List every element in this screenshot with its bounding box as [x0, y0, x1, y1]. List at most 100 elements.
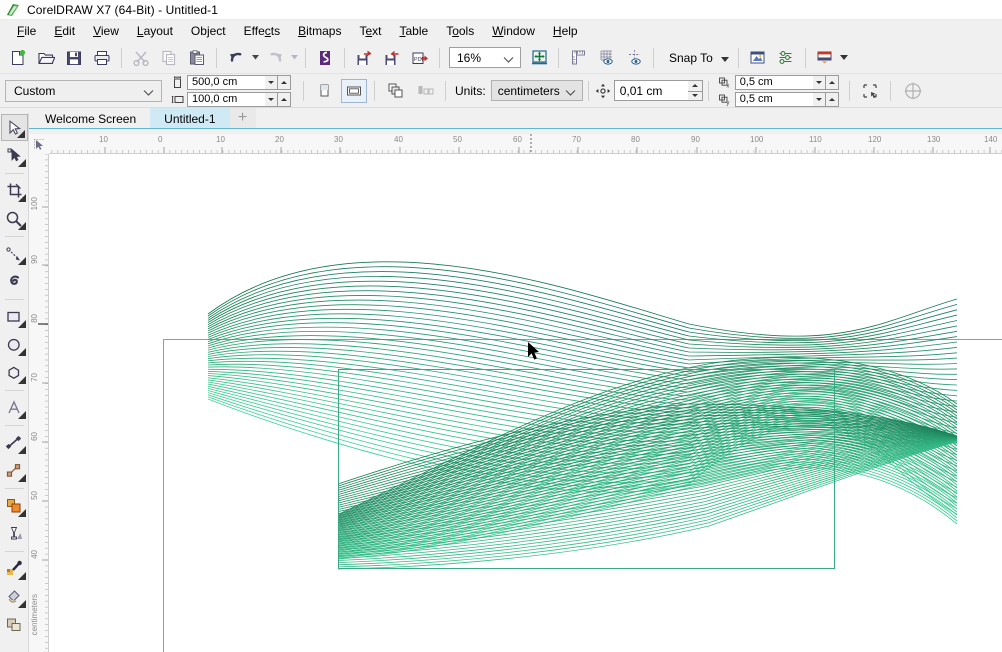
flyout-arrow-icon[interactable] — [17, 222, 26, 230]
fill-tool[interactable] — [1, 583, 28, 610]
menu-object[interactable]: Object — [182, 22, 235, 40]
options-button[interactable] — [773, 45, 799, 71]
paste-button[interactable] — [184, 45, 210, 71]
ruler-origin-button[interactable] — [29, 134, 49, 154]
tab-welcome-screen[interactable]: Welcome Screen — [31, 108, 151, 128]
snap-options-button[interactable] — [898, 79, 928, 103]
flyout-arrow-icon[interactable] — [16, 130, 25, 138]
menu-edit[interactable]: Edit — [45, 22, 84, 40]
crop-tool[interactable] — [1, 177, 28, 204]
new-document-button[interactable] — [5, 45, 31, 71]
snap-to-button[interactable]: Snap To — [661, 48, 733, 68]
text-tool[interactable] — [1, 394, 28, 421]
page-width-spinner[interactable] — [265, 74, 291, 90]
vertical-ruler[interactable]: 100 90 80 70 60 50 40 centimeters — [29, 154, 49, 652]
undo-dropdown-caret[interactable] — [250, 47, 261, 69]
blend-tool[interactable] — [1, 492, 28, 519]
duplicate-x-input[interactable]: 0,5 cm — [734, 74, 813, 90]
show-grid-button[interactable] — [593, 45, 619, 71]
flyout-arrow-icon[interactable] — [17, 320, 26, 328]
duplicate-x-spinner[interactable] — [812, 74, 839, 90]
parallel-dimension-tool[interactable] — [1, 429, 28, 456]
duplicate-y-spinner[interactable] — [812, 91, 839, 107]
flyout-arrow-icon[interactable] — [17, 572, 26, 580]
menu-effects[interactable]: Effects — [235, 22, 289, 40]
zoom-level-combo[interactable]: 16% — [449, 47, 521, 68]
page-preset-combo[interactable]: Custom — [5, 79, 162, 102]
current-page-button[interactable] — [412, 79, 438, 103]
shape-tool[interactable] — [1, 142, 28, 169]
menu-tools[interactable]: Tools — [437, 22, 483, 40]
rectangle-tool[interactable] — [1, 303, 28, 330]
show-guides-button[interactable] — [621, 45, 647, 71]
undo-button[interactable] — [223, 45, 249, 71]
transparency-tool[interactable] — [1, 520, 28, 547]
landscape-orientation-button[interactable] — [341, 78, 367, 103]
duplicate-x-down[interactable] — [812, 74, 826, 90]
page-width-up[interactable] — [278, 74, 291, 90]
publish-pdf-button[interactable]: PDF — [407, 45, 433, 71]
show-rulers-button[interactable] — [565, 45, 591, 71]
export-button[interactable] — [379, 45, 405, 71]
menu-text[interactable]: Text — [350, 22, 390, 40]
menu-file[interactable]: File — [8, 22, 45, 40]
corel-connect-button[interactable] — [312, 45, 338, 71]
polygon-tool[interactable] — [1, 359, 28, 386]
print-button[interactable] — [89, 45, 115, 71]
flyout-arrow-icon[interactable] — [17, 474, 26, 482]
treat-objects-as-filled-button[interactable] — [857, 79, 883, 103]
page-height-up[interactable] — [278, 91, 291, 107]
page-height-input[interactable]: 100,0 cm — [187, 91, 265, 107]
all-pages-button[interactable] — [382, 79, 408, 103]
nudge-up[interactable] — [687, 80, 703, 91]
save-button[interactable] — [61, 45, 87, 71]
add-tab-button[interactable]: + — [229, 108, 256, 128]
duplicate-y-input[interactable]: 0,5 cm — [734, 91, 813, 107]
menu-window[interactable]: Window — [483, 22, 544, 40]
flyout-arrow-icon[interactable] — [17, 194, 26, 202]
horizontal-ruler[interactable]: 10 0 10 20 30 40 50 60 70 80 90 100 110 120 130 140 — [29, 134, 1002, 154]
menu-help[interactable]: Help — [544, 22, 587, 40]
menu-table[interactable]: Table — [391, 22, 438, 40]
flyout-arrow-icon[interactable] — [17, 376, 26, 384]
flyout-arrow-icon[interactable] — [17, 159, 26, 167]
redo-button[interactable] — [262, 45, 288, 71]
artistic-media-tool[interactable] — [1, 268, 28, 295]
menu-view[interactable]: View — [84, 22, 128, 40]
nudge-offset-spinner[interactable] — [687, 80, 703, 101]
ellipse-tool[interactable] — [1, 331, 28, 358]
flyout-arrow-icon[interactable] — [17, 509, 26, 517]
interactive-fill-tool[interactable] — [1, 611, 28, 638]
application-launcher-button[interactable] — [745, 45, 771, 71]
pick-tool[interactable] — [0, 114, 28, 141]
duplicate-y-down[interactable] — [812, 91, 826, 107]
duplicate-y-up[interactable] — [825, 91, 839, 107]
page-height-spinner[interactable] — [265, 91, 291, 107]
page-width-input[interactable]: 500,0 cm — [187, 74, 265, 90]
zoom-tool[interactable] — [1, 205, 28, 232]
nudge-offset-input[interactable]: 0,01 cm — [613, 80, 688, 101]
import-photo-button[interactable] — [812, 45, 838, 71]
color-eyedropper-tool[interactable] — [1, 555, 28, 582]
fullscreen-preview-button[interactable] — [526, 45, 552, 71]
copy-button[interactable] — [156, 45, 182, 71]
cut-button[interactable] — [128, 45, 154, 71]
redo-dropdown-caret[interactable] — [289, 47, 300, 69]
flyout-arrow-icon[interactable] — [17, 348, 26, 356]
straight-line-connector-tool[interactable] — [1, 457, 28, 484]
import-photo-dropdown-caret[interactable] — [839, 47, 850, 69]
import-button[interactable] — [351, 45, 377, 71]
open-document-button[interactable] — [33, 45, 59, 71]
flyout-arrow-icon[interactable] — [17, 411, 26, 419]
menu-layout[interactable]: Layout — [128, 22, 182, 40]
freehand-tool[interactable] — [1, 240, 28, 267]
menu-bitmaps[interactable]: Bitmaps — [289, 22, 350, 40]
flyout-arrow-icon[interactable] — [17, 600, 26, 608]
blend-wave-artwork[interactable] — [49, 154, 1002, 652]
units-combo[interactable]: centimeters — [490, 80, 583, 101]
tab-untitled-1[interactable]: Untitled-1 — [150, 108, 230, 128]
flyout-arrow-icon[interactable] — [17, 446, 26, 454]
page-width-down[interactable] — [265, 74, 278, 90]
page-height-down[interactable] — [265, 91, 278, 107]
portrait-orientation-button[interactable] — [311, 79, 337, 103]
